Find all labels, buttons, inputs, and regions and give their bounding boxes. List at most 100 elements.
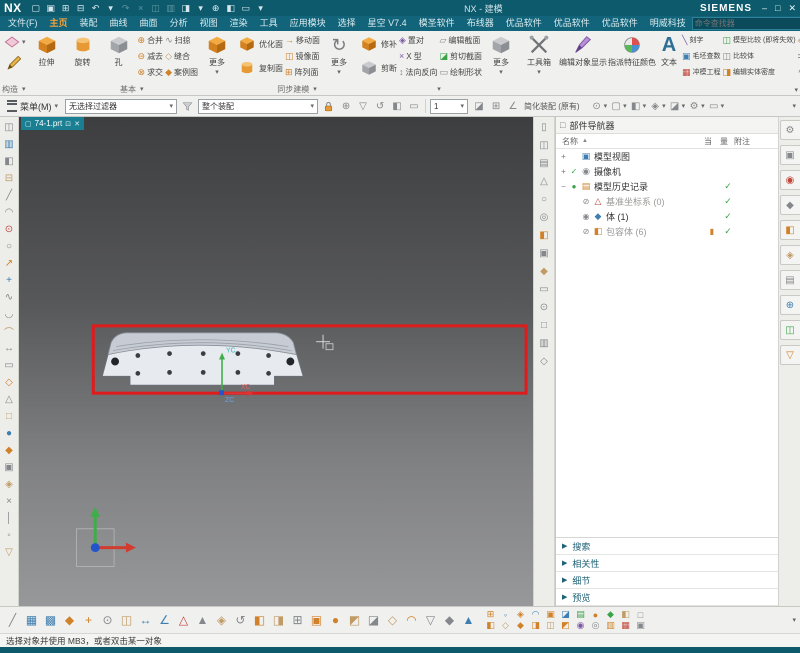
selection-scope-combo[interactable]: 整个装配▾ bbox=[198, 99, 318, 114]
ribbon-tab[interactable]: 曲线 bbox=[104, 16, 134, 31]
tree-expander[interactable]: − bbox=[559, 182, 568, 191]
point-icon[interactable]: ↗ bbox=[2, 256, 17, 270]
small-point-icon[interactable]: ◦ bbox=[2, 528, 17, 542]
ellipse-icon[interactable]: ○ bbox=[2, 239, 17, 253]
datum-plane-icon[interactable]: ▭ bbox=[407, 99, 421, 113]
maximize-button[interactable]: □ bbox=[775, 3, 780, 13]
window-icon[interactable]: ▭ bbox=[240, 2, 252, 14]
part-tab[interactable]: ▢ 74-1.prt ⊡ ✕ bbox=[21, 117, 84, 130]
graphics-window[interactable]: ▢ 74-1.prt ⊡ ✕ bbox=[19, 117, 533, 606]
grid-icon[interactable]: ▥ bbox=[537, 336, 552, 350]
die-engineering-button[interactable]: ▦冲模工程 bbox=[682, 64, 721, 80]
edit-solid-density-button[interactable]: ◨编辑实体密度 bbox=[723, 64, 796, 80]
tree-row[interactable]: − ● ▤ 模型历史记录 ✓ bbox=[556, 179, 778, 194]
mini-trim-icon[interactable]: ◪ bbox=[558, 609, 573, 620]
extend-icon[interactable]: ↔ bbox=[2, 341, 17, 355]
cone-icon[interactable]: ▽ bbox=[2, 545, 17, 559]
mini-draft-icon[interactable]: ◩ bbox=[558, 620, 573, 631]
pair-button[interactable]: ◈置对 bbox=[399, 32, 438, 48]
unite-button[interactable]: ⊕合并 bbox=[138, 32, 164, 48]
mirror-body-icon[interactable]: ▲ bbox=[460, 612, 477, 629]
ribbon-tab[interactable]: 应用模块 bbox=[284, 16, 332, 31]
lock-icon[interactable] bbox=[322, 100, 335, 113]
window-style-menu-icon[interactable]: ▾ bbox=[195, 2, 207, 14]
shell-icon[interactable]: ◧ bbox=[251, 612, 268, 629]
tree-expander[interactable]: + bbox=[559, 152, 568, 161]
solid-tool-icon[interactable]: ◆ bbox=[537, 264, 552, 278]
paste-icon[interactable]: ▥ bbox=[165, 2, 177, 14]
stack-tool-icon[interactable]: ▤ bbox=[537, 156, 552, 170]
navigator-section[interactable]: ▶ 预览 bbox=[556, 589, 778, 606]
intersect-button[interactable]: ⊗求交 bbox=[138, 64, 164, 80]
sweep-button[interactable]: ∿扫掠 bbox=[165, 32, 198, 48]
layer-combo[interactable]: 1▾ bbox=[430, 99, 468, 114]
sketch-button[interactable] bbox=[4, 53, 24, 75]
command-search-input[interactable] bbox=[692, 17, 800, 30]
datum-grid2-icon[interactable]: ▩ bbox=[42, 612, 59, 629]
box-icon[interactable]: □ bbox=[2, 409, 17, 423]
cube-tool-icon[interactable]: ◫ bbox=[537, 138, 552, 152]
plus-icon[interactable]: + bbox=[2, 273, 17, 287]
sew-button[interactable]: ◇缝合 bbox=[165, 48, 198, 64]
mini-arc-icon[interactable]: ◠ bbox=[528, 609, 543, 620]
move-face-button[interactable]: →移动面 bbox=[285, 32, 320, 48]
sphere-tool-icon[interactable]: ○ bbox=[537, 192, 552, 206]
boss-icon[interactable]: ● bbox=[327, 612, 344, 629]
tree-row[interactable]: ◉ ◆ 体 (1) ✓ bbox=[556, 209, 778, 224]
ribbon-tab[interactable]: 优品软件 bbox=[500, 16, 548, 31]
move-icon[interactable]: ↔ bbox=[137, 612, 154, 629]
datum-grid-icon[interactable]: ▦ bbox=[23, 612, 40, 629]
selection-filter-combo[interactable]: 无选择过滤器▾ bbox=[65, 99, 177, 114]
mini-pattern-icon[interactable]: ⊞ bbox=[483, 609, 498, 620]
patch-button[interactable]: 修补 bbox=[360, 32, 397, 56]
close-button[interactable]: ✕ bbox=[788, 3, 796, 14]
maximize-tab-icon[interactable]: ⊡ bbox=[65, 120, 71, 128]
navigator-section[interactable]: ▶ 搜索 bbox=[556, 538, 778, 555]
mini-pad-icon[interactable]: ◆ bbox=[513, 620, 528, 631]
toolbox-button[interactable]: 工具箱▾ bbox=[522, 32, 556, 76]
extrude-button[interactable]: 拉伸 bbox=[30, 32, 64, 68]
chamfer-icon[interactable]: ▽ bbox=[422, 612, 439, 629]
window-style-icon[interactable]: ◨ bbox=[180, 2, 192, 14]
arc-icon[interactable]: ◠ bbox=[2, 205, 17, 219]
x-form-button[interactable]: ×X 型 bbox=[399, 48, 438, 64]
line-icon[interactable]: ╱ bbox=[2, 188, 17, 202]
mini-emboss-icon[interactable]: ◈ bbox=[513, 609, 528, 620]
angle-icon[interactable]: ∠ bbox=[156, 612, 173, 629]
polygon-icon[interactable]: ◇ bbox=[2, 375, 17, 389]
part-icon[interactable]: ◫ bbox=[2, 120, 17, 134]
mini-panel-icon[interactable]: ▣ bbox=[633, 620, 648, 631]
hole-button[interactable]: 孔 bbox=[102, 32, 136, 68]
blend-icon[interactable]: ◆ bbox=[441, 612, 458, 629]
text-button[interactable]: A 文本 bbox=[658, 32, 680, 68]
new-icon[interactable]: ▢ bbox=[30, 2, 42, 14]
blank-count-button[interactable]: ▣毛坯查数 bbox=[682, 48, 721, 64]
hole-tool-icon[interactable]: ⊙ bbox=[537, 300, 552, 314]
block-icon[interactable]: ◫ bbox=[118, 612, 135, 629]
group-footer[interactable]: 同步建模▾ bbox=[238, 83, 356, 95]
sweep-icon[interactable]: ◠ bbox=[403, 612, 420, 629]
solid-icon[interactable]: ◆ bbox=[2, 443, 17, 457]
minimize-button[interactable]: – bbox=[762, 3, 767, 13]
hole-icon[interactable]: ⊙ bbox=[99, 612, 116, 629]
open-icon[interactable]: ▣ bbox=[45, 2, 57, 14]
pattern-face-button[interactable]: ⊞阵列面 bbox=[285, 64, 320, 80]
ribbon-tab[interactable]: 明威科技 bbox=[644, 16, 692, 31]
part-model[interactable] bbox=[102, 333, 303, 385]
touch-mode-icon[interactable]: ⊕ bbox=[210, 2, 222, 14]
mini-ring-icon[interactable]: ◎ bbox=[588, 620, 603, 631]
mini-tray-icon[interactable]: ▤ bbox=[573, 609, 588, 620]
ribbon-tab[interactable]: 星空 V7.4 bbox=[362, 16, 413, 31]
plate-icon[interactable]: ▭ bbox=[537, 282, 552, 296]
column-current[interactable]: 当 bbox=[700, 136, 716, 147]
mini-grid-icon[interactable]: ▥ bbox=[603, 620, 618, 631]
assign-feature-color-button[interactable]: 指派特征颜色 bbox=[608, 32, 656, 68]
sketch-line-icon[interactable]: ╱ bbox=[4, 612, 21, 629]
point-create-icon[interactable]: + bbox=[80, 612, 97, 629]
goggles-icon[interactable]: ◎ bbox=[537, 210, 552, 224]
edit-section-button[interactable]: ▱编辑截面 bbox=[439, 32, 482, 48]
ribbon-tab[interactable]: 装配 bbox=[74, 16, 104, 31]
ribbon-tab[interactable]: 分析 bbox=[164, 16, 194, 31]
toolbar-overflow-caret[interactable]: ▾ bbox=[792, 102, 796, 110]
ribbon-tab[interactable]: 工具 bbox=[254, 16, 284, 31]
